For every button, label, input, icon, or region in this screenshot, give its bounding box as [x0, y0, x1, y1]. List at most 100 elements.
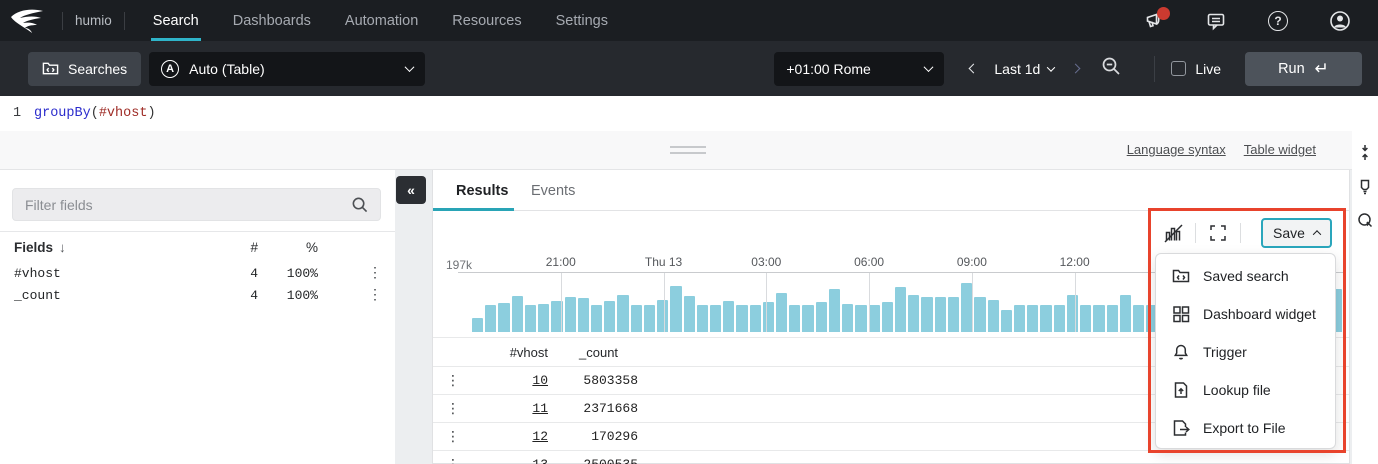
row-menu-kebab-icon[interactable]: ⋮ — [433, 428, 473, 445]
histogram-bar[interactable] — [684, 296, 695, 332]
histogram-bar[interactable] — [604, 301, 615, 332]
histogram-bar[interactable] — [816, 302, 827, 332]
resize-handle[interactable] — [670, 146, 706, 158]
histogram-bar[interactable] — [631, 305, 642, 332]
nav-item-dashboards[interactable]: Dashboards — [231, 0, 313, 41]
menu-item-lookup-file[interactable]: Lookup file — [1156, 371, 1335, 409]
histogram-bar[interactable] — [1107, 305, 1118, 332]
row-menu-kebab-icon[interactable]: ⋮ — [433, 456, 473, 464]
histogram-bar[interactable] — [750, 305, 761, 332]
histogram-bar[interactable] — [855, 305, 866, 332]
histogram-bar[interactable] — [882, 302, 893, 332]
histogram-bar[interactable] — [472, 318, 483, 332]
histogram-bar[interactable] — [1040, 305, 1051, 332]
language-syntax-link[interactable]: Language syntax — [1127, 142, 1226, 157]
histogram-bar[interactable] — [842, 304, 853, 332]
menu-item-dashboard-widget[interactable]: Dashboard widget — [1156, 295, 1335, 333]
column-header-count[interactable]: _count — [548, 345, 638, 360]
nav-item-search[interactable]: Search — [151, 0, 201, 41]
histogram-bar[interactable] — [895, 287, 906, 332]
run-button[interactable]: Run ↵ — [1245, 52, 1362, 86]
histogram-bar[interactable] — [988, 300, 999, 332]
vhost-value-link[interactable]: 10 — [473, 373, 548, 388]
collapse-vertical-icon[interactable] — [1357, 144, 1373, 161]
field-menu-kebab-icon[interactable]: ⋮ — [367, 264, 383, 281]
histogram-bar[interactable] — [908, 295, 919, 332]
crowdstrike-falcon-logo-icon[interactable] — [10, 8, 50, 34]
time-back-button[interactable] — [958, 54, 988, 84]
collapse-fields-panel-button[interactable]: « — [396, 176, 426, 204]
nav-item-resources[interactable]: Resources — [450, 0, 523, 41]
histogram-bar[interactable] — [789, 305, 800, 332]
vhost-value-link[interactable]: 13 — [473, 457, 548, 464]
tab-results[interactable]: Results — [456, 170, 508, 211]
histogram-bar[interactable] — [670, 286, 681, 332]
histogram-bar[interactable] — [802, 305, 813, 332]
histogram-bar[interactable] — [961, 283, 972, 332]
lightbulb-icon[interactable] — [1357, 178, 1373, 195]
filter-fields-input[interactable] — [25, 197, 351, 213]
histogram-bar[interactable] — [829, 289, 840, 332]
histogram-bar[interactable] — [1014, 305, 1025, 332]
histogram-bar[interactable] — [776, 293, 787, 332]
inspect-search-icon[interactable] — [1357, 212, 1374, 229]
histogram-bar[interactable] — [1133, 305, 1144, 332]
histogram-bar[interactable] — [1067, 295, 1078, 332]
menu-item-export-to-file[interactable]: Export to File — [1156, 409, 1335, 447]
fullscreen-icon[interactable] — [1206, 221, 1230, 245]
announcements-icon[interactable] — [1142, 9, 1166, 33]
row-menu-kebab-icon[interactable]: ⋮ — [433, 400, 473, 417]
save-button[interactable]: Save — [1261, 218, 1332, 248]
account-icon[interactable] — [1328, 9, 1352, 33]
zoom-out-time-icon[interactable] — [1100, 55, 1122, 82]
view-mode-select[interactable]: A Auto (Table) — [149, 52, 425, 86]
menu-item-trigger[interactable]: Trigger — [1156, 333, 1335, 371]
toggle-histogram-icon[interactable] — [1161, 221, 1185, 245]
time-range-select[interactable]: Last 1d — [994, 61, 1054, 77]
histogram-bar[interactable] — [1027, 305, 1038, 332]
column-header-vhost[interactable]: #vhost — [473, 345, 548, 360]
histogram-bar[interactable] — [578, 298, 589, 332]
histogram-bar[interactable] — [948, 297, 959, 332]
live-checkbox[interactable]: Live — [1171, 61, 1221, 77]
histogram-bar[interactable] — [697, 305, 708, 332]
time-forward-button[interactable] — [1060, 54, 1090, 84]
histogram-bar[interactable] — [736, 305, 747, 332]
vhost-value-link[interactable]: 12 — [473, 429, 548, 444]
histogram-bar[interactable] — [498, 303, 509, 332]
histogram-bar[interactable] — [710, 305, 721, 332]
histogram-bar[interactable] — [512, 296, 523, 332]
histogram-bar[interactable] — [1120, 295, 1131, 332]
histogram-bar[interactable] — [921, 297, 932, 332]
vhost-value-link[interactable]: 11 — [473, 401, 548, 416]
tab-events[interactable]: Events — [531, 170, 575, 211]
histogram-bar[interactable] — [1054, 305, 1065, 332]
menu-item-saved-search[interactable]: Saved search — [1156, 257, 1335, 295]
histogram-bar[interactable] — [538, 304, 549, 332]
histogram-bar[interactable] — [1080, 305, 1091, 332]
histogram-bar[interactable] — [723, 301, 734, 332]
histogram-bar[interactable] — [1093, 305, 1104, 332]
histogram-bar[interactable] — [591, 305, 602, 332]
checkbox-icon[interactable] — [1171, 61, 1186, 76]
row-menu-kebab-icon[interactable]: ⋮ — [433, 372, 473, 389]
histogram-bar[interactable] — [763, 302, 774, 332]
field-row-vhost[interactable]: #vhost 4 100% ⋮ — [0, 266, 395, 288]
repository-name[interactable]: humio — [75, 13, 112, 28]
query-editor[interactable]: 1 groupBy(#vhost) — [0, 96, 1378, 131]
timezone-select[interactable]: +01:00 Rome — [774, 52, 944, 86]
histogram-bar[interactable] — [974, 297, 985, 332]
histogram-bar[interactable] — [935, 297, 946, 332]
histogram-bar[interactable] — [1001, 310, 1012, 332]
histogram-bar[interactable] — [869, 305, 880, 332]
histogram-bar[interactable] — [525, 305, 536, 332]
nav-item-settings[interactable]: Settings — [554, 0, 610, 41]
fields-header-label[interactable]: Fields↓ — [14, 240, 66, 255]
histogram-bar[interactable] — [644, 305, 655, 332]
histogram-bar[interactable] — [617, 295, 628, 332]
histogram-bar[interactable] — [485, 305, 496, 332]
histogram-bar[interactable] — [565, 297, 576, 332]
help-icon[interactable]: ? — [1266, 9, 1290, 33]
field-row-count[interactable]: _count 4 100% ⋮ — [0, 288, 395, 310]
searches-button[interactable]: Searches — [28, 52, 141, 86]
